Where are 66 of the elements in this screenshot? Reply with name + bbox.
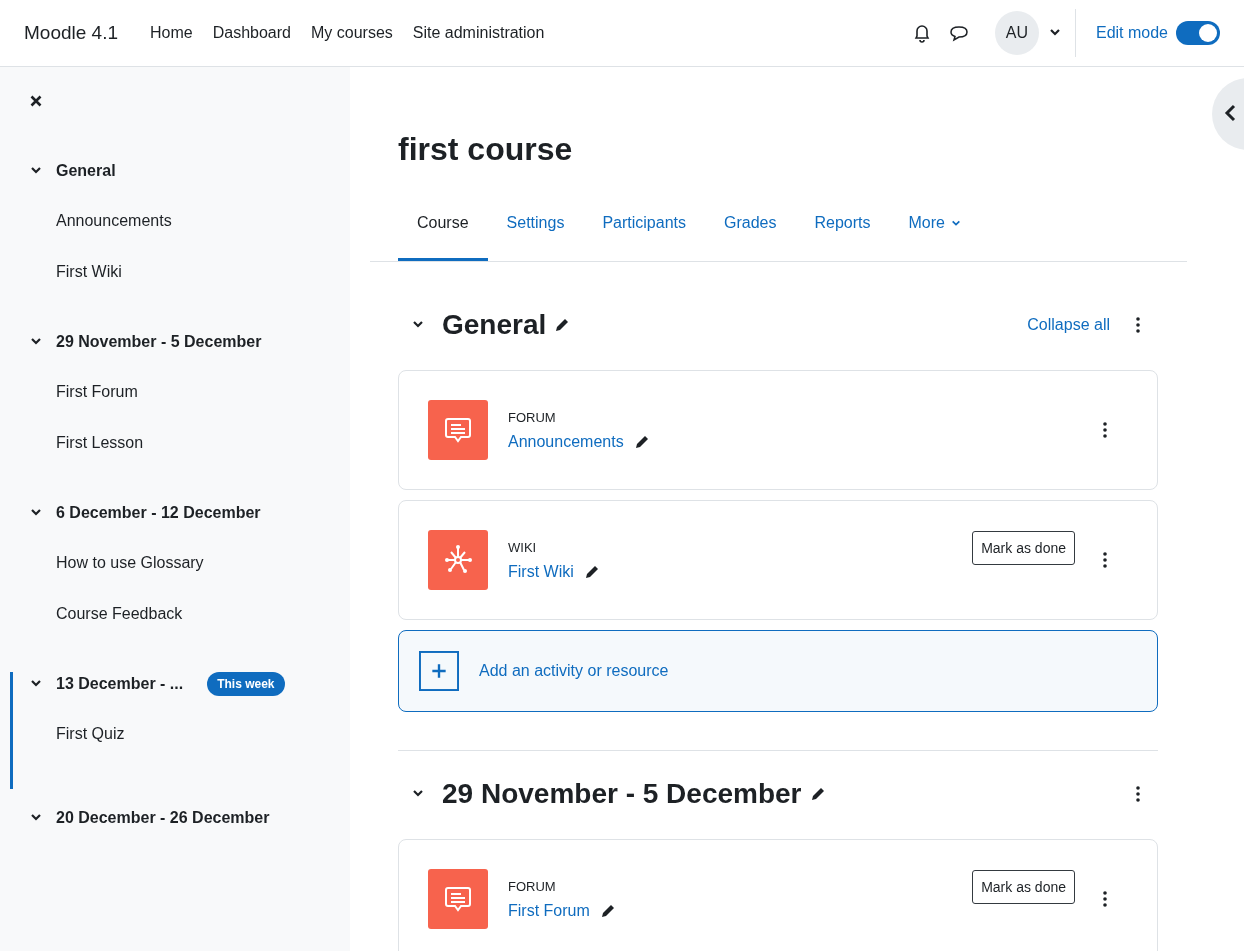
more-options-icon[interactable] (1103, 891, 1107, 907)
this-week-badge: This week (207, 672, 285, 696)
more-options-icon[interactable] (1136, 317, 1140, 333)
activity-link[interactable]: Announcements (56, 211, 172, 262)
plus-icon (419, 651, 459, 691)
activity-link[interactable]: First Wiki (508, 562, 574, 581)
user-avatar[interactable]: AU (994, 11, 1039, 55)
add-activity-button[interactable]: Add an activity or resource (398, 630, 1158, 712)
section-link[interactable]: 13 December - ... (56, 675, 184, 693)
more-options-icon[interactable] (1103, 422, 1107, 438)
site-name[interactable]: Moodle 4.1 (24, 22, 118, 44)
course-tab[interactable]: Participants (583, 199, 705, 261)
chevron-icon[interactable] (30, 506, 42, 518)
edit-mode-label[interactable]: Edit mode (1095, 24, 1168, 42)
speech-bubble-icon (428, 400, 488, 460)
nav-link[interactable]: Site administration (412, 24, 545, 42)
pencil-icon[interactable] (554, 317, 571, 333)
mark-as-done-button[interactable]: Mark as done (972, 531, 1075, 565)
section-link[interactable]: 6 December - 12 December (56, 504, 261, 522)
course-tab[interactable]: Reports (795, 199, 890, 261)
course-tab[interactable]: Course (398, 199, 488, 261)
activity-link[interactable]: First Quiz (56, 724, 125, 775)
caret-icon[interactable] (1048, 26, 1061, 38)
activity-link[interactable]: How to use Glossary (56, 553, 204, 604)
nav-link[interactable]: My courses (311, 24, 393, 42)
activity-link[interactable]: First Forum (508, 901, 590, 920)
chevron-left-icon[interactable] (1224, 104, 1236, 122)
activity-type: WIKI (508, 539, 537, 555)
activity-type: FORUM (508, 878, 556, 894)
pencil-icon[interactable] (599, 902, 616, 919)
activity-link[interactable]: First Forum (56, 382, 138, 433)
section-link[interactable]: 29 November - 5 December (56, 333, 262, 351)
chevron-icon[interactable] (30, 811, 42, 823)
speech-bubble-icon (428, 869, 488, 929)
pencil-icon[interactable] (583, 563, 600, 580)
bell-icon[interactable] (912, 23, 931, 43)
chevron-icon[interactable] (30, 677, 42, 689)
mark-as-done-button[interactable]: Mark as done (972, 870, 1075, 904)
course-tab[interactable]: Settings (487, 199, 584, 261)
nav-link[interactable]: Home (150, 24, 193, 42)
section-link[interactable]: General (56, 162, 116, 180)
close-icon[interactable] (30, 95, 42, 107)
more-options-icon[interactable] (1103, 552, 1107, 568)
network-icon (428, 530, 488, 590)
pencil-icon[interactable] (809, 786, 826, 802)
activity-type: FORUM (508, 409, 556, 425)
speech-bubble-icon[interactable] (948, 24, 969, 42)
section-title: General (442, 309, 547, 341)
chevron-icon[interactable] (412, 787, 424, 799)
activity-link[interactable]: Announcements (508, 432, 624, 451)
more-options-icon[interactable] (1136, 786, 1140, 802)
chevron-icon[interactable] (30, 164, 42, 176)
course-title: first course (398, 131, 574, 169)
chevron-icon[interactable] (412, 318, 424, 330)
activity-link[interactable]: Course Feedback (56, 604, 183, 655)
nav-link[interactable]: Dashboard (212, 24, 291, 42)
course-tab[interactable]: More (889, 199, 980, 261)
pencil-icon[interactable] (633, 433, 650, 450)
collapse-all-link[interactable]: Collapse all (1027, 316, 1110, 334)
course-tab[interactable]: Grades (705, 199, 796, 261)
activity-link[interactable]: First Wiki (56, 262, 122, 313)
edit-mode-toggle[interactable] (1176, 21, 1220, 45)
section-link[interactable]: 20 December - 26 December (56, 809, 270, 827)
section-title: 29 November - 5 December (442, 778, 802, 810)
activity-link[interactable]: First Lesson (56, 433, 144, 484)
chevron-icon[interactable] (30, 335, 42, 347)
